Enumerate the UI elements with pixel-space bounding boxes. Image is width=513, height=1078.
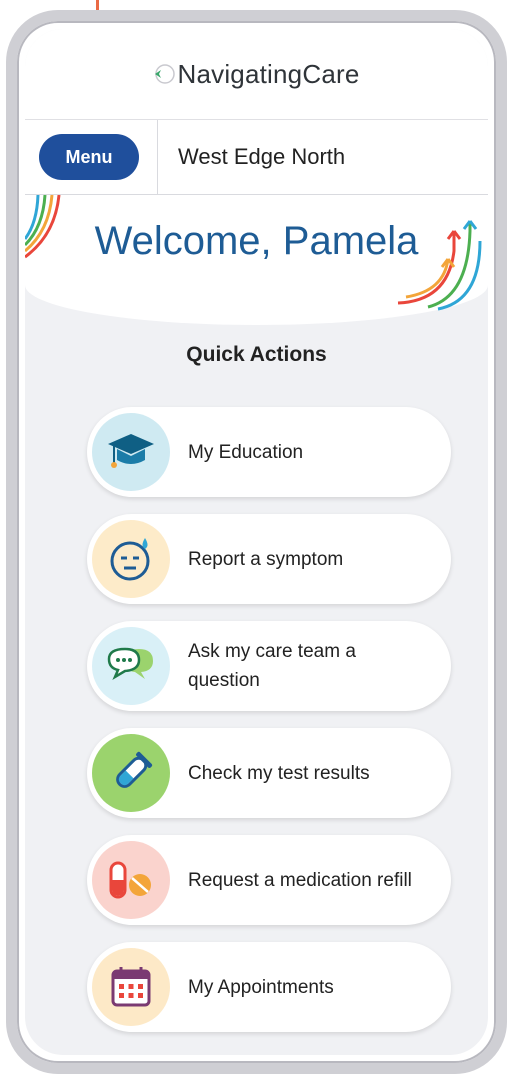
speech-bubbles-icon: [92, 627, 170, 705]
test-tube-icon: [92, 734, 170, 812]
report-symptom-button[interactable]: Report a symptom: [87, 514, 451, 604]
pill-icon: [92, 841, 170, 919]
calendar-icon: [92, 948, 170, 1026]
rising-arrows-decoration: [397, 220, 482, 311]
app-header: NavigatingCare: [25, 29, 488, 120]
sweating-face-icon: [92, 520, 170, 598]
my-appointments-button[interactable]: My Appointments: [87, 942, 451, 1032]
top-bar: Menu West Edge North: [25, 120, 488, 196]
menu-button[interactable]: Menu: [39, 134, 139, 180]
location-selector[interactable]: West Edge North: [178, 144, 345, 170]
topbar-divider: [157, 120, 158, 194]
action-label: Ask my care team a question: [188, 641, 356, 691]
logo-text: NavigatingCare: [177, 58, 360, 89]
graduation-cap-icon: [92, 413, 170, 491]
action-label: Check my test results: [188, 762, 370, 784]
logo-mark-icon: [153, 63, 176, 85]
phone-frame: NavigatingCare Menu West Edge North Welc…: [6, 10, 507, 1074]
welcome-banner: Welcome, Pamela: [25, 195, 488, 325]
quick-actions-title: Quick Actions: [186, 343, 327, 366]
check-test-results-button[interactable]: Check my test results: [87, 728, 451, 818]
my-education-button[interactable]: My Education: [87, 407, 451, 497]
action-label: My Appointments: [188, 976, 334, 998]
logo[interactable]: NavigatingCare: [153, 59, 359, 90]
action-label: My Education: [188, 441, 304, 463]
action-label: Request a medication refill: [188, 869, 412, 891]
action-label: Report a symptom: [188, 548, 344, 570]
app-screen: NavigatingCare Menu West Edge North Welc…: [25, 29, 488, 1055]
request-refill-button[interactable]: Request a medication refill: [87, 835, 451, 925]
ask-care-team-button[interactable]: Ask my care team a question: [87, 621, 451, 711]
